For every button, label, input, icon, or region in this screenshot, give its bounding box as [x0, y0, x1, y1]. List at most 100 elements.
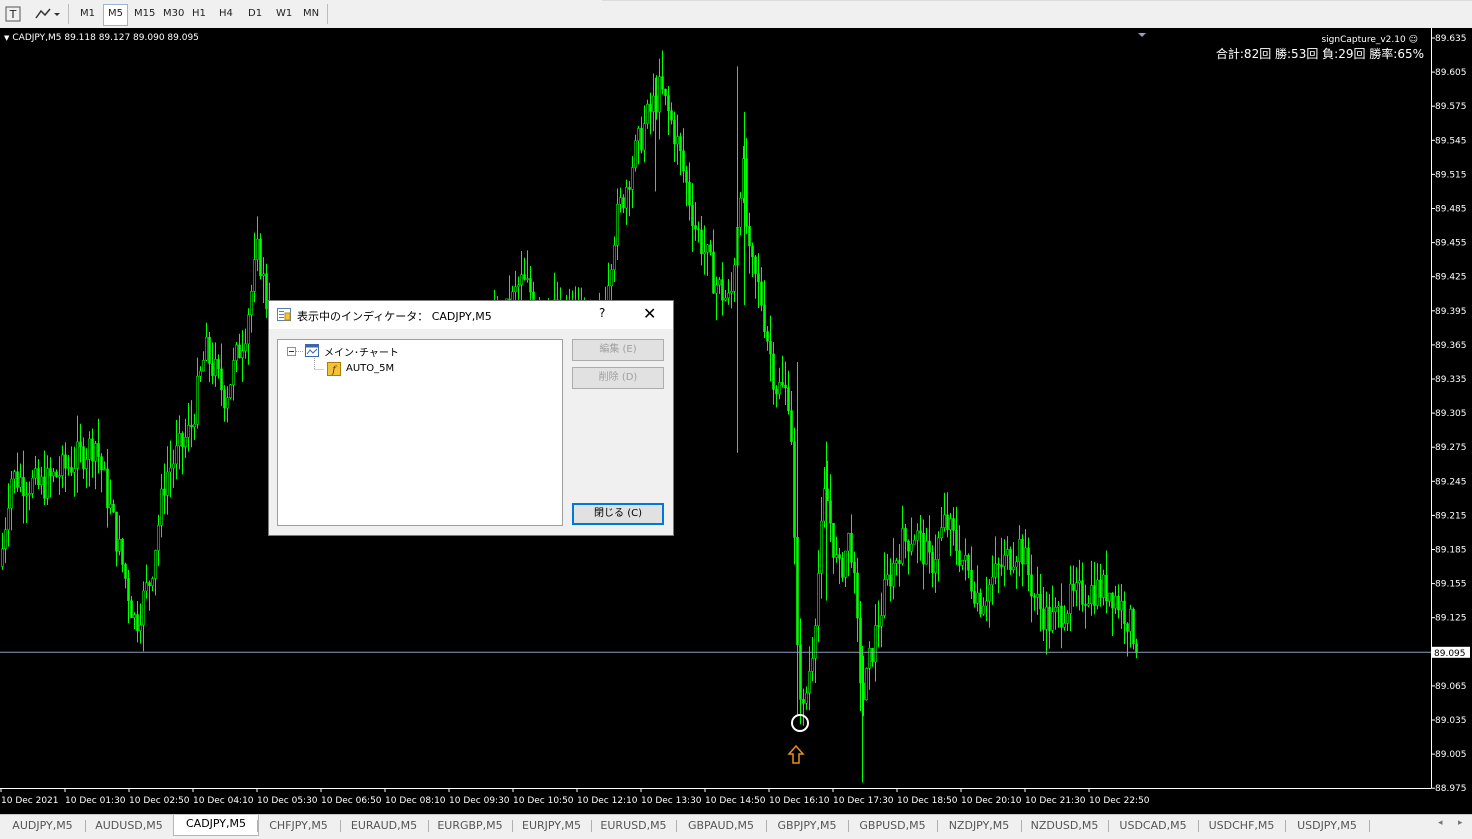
tab-nzdusd[interactable]: NZDUSD,M5 [1021, 817, 1108, 835]
svg-text:T: T [9, 8, 17, 21]
tab-eurjpy[interactable]: EURJPY,M5 [512, 817, 591, 835]
candle-body [817, 573, 820, 627]
timeframe-m5[interactable]: M5 [103, 4, 128, 26]
candle-body [880, 615, 883, 627]
dialog-titlebar[interactable]: 表示中のインディケータ： CADJPY,M5 ? ✕ [269, 301, 673, 329]
candle-body [790, 410, 793, 442]
candle-body [988, 584, 991, 602]
candle-body [637, 128, 640, 142]
tab-gbpaud[interactable]: GBPAUD,M5 [676, 817, 766, 835]
candle-body [811, 658, 814, 672]
indicator-list-icon [277, 308, 291, 321]
text-tool-icon[interactable]: T [4, 5, 22, 23]
tab-usdcad[interactable]: USDCAD,M5 [1108, 817, 1198, 835]
candle-body [1009, 549, 1012, 570]
candle-body [1129, 608, 1132, 632]
edit-button[interactable]: 編集 (E) [572, 339, 664, 361]
timeframe-mn[interactable]: MN [299, 4, 323, 24]
price-tick-label: 89.215 [1435, 511, 1467, 521]
tab-nzdjpy[interactable]: NZDJPY,M5 [937, 817, 1021, 835]
candle-body [922, 532, 925, 565]
candle-body [55, 471, 58, 477]
candle-body [220, 368, 223, 391]
help-button[interactable]: ? [599, 306, 605, 320]
indicator-tree[interactable]: メイン･チャート f AUTO_5M [277, 339, 563, 526]
candle-body [169, 467, 172, 473]
candle-body [961, 560, 964, 566]
price-tick-label: 89.395 [1435, 307, 1467, 317]
tab-usdchf[interactable]: USDCHF,M5 [1198, 817, 1285, 835]
candle-body [1066, 613, 1069, 624]
tab-gbpusd[interactable]: GBPUSD,M5 [848, 817, 937, 835]
candle-body [964, 555, 967, 561]
candle-body [733, 264, 736, 292]
candle-body [196, 375, 199, 425]
tab-eurusd[interactable]: EURUSD,M5 [591, 817, 676, 835]
candle-body [517, 284, 520, 288]
candle-body [1000, 564, 1003, 567]
candle-body [1051, 611, 1054, 631]
candle-body [31, 477, 34, 494]
tree-item-auto5m[interactable]: AUTO_5M [346, 363, 394, 374]
tree-item-main-chart[interactable]: メイン･チャート [324, 344, 399, 359]
timeframe-m1[interactable]: M1 [76, 4, 99, 24]
close-icon[interactable]: ✕ [643, 304, 656, 323]
candle-body [1018, 539, 1021, 563]
delete-button[interactable]: 削除 (D) [572, 367, 664, 389]
price-chart[interactable]: 89.635 89.605 89.575 89.545 89.515 89.485 89.4… [0, 28, 1472, 814]
time-tick-label: 10 Dec 21:30 [1025, 796, 1086, 806]
candle-body [832, 523, 835, 558]
close-button[interactable]: 閉じる (C) [572, 503, 664, 525]
candle-body [229, 384, 232, 399]
candle-body [154, 550, 157, 579]
candle-body [70, 467, 73, 473]
price-tick-label: 89.305 [1435, 409, 1467, 419]
timeframe-w1[interactable]: W1 [272, 4, 296, 24]
objects-dropdown-icon[interactable] [32, 5, 62, 23]
smiley-icon: ☺ [1408, 35, 1418, 45]
candle-body [871, 647, 874, 663]
tab-cadjpy[interactable]: CADJPY,M5 [173, 815, 259, 836]
candle-body [748, 226, 751, 247]
timeframe-h4[interactable]: H4 [215, 4, 237, 24]
tree-lines [287, 347, 324, 370]
tab-audjpy[interactable]: AUDJPY,M5 [0, 817, 85, 835]
candle-body [730, 291, 733, 294]
tab-gbpjpy[interactable]: GBPJPY,M5 [766, 817, 848, 835]
candle-body [928, 540, 931, 553]
candle-body [676, 136, 679, 145]
candle-body [1081, 580, 1084, 605]
candle-body [127, 578, 130, 602]
tab-eurgbp[interactable]: EURGBP,M5 [428, 817, 512, 835]
candle-body [1042, 608, 1045, 630]
time-tick-label: 10 Dec 13:30 [641, 796, 702, 806]
tab-scroll-left-icon[interactable]: ◂ [1438, 818, 1443, 828]
candle-body [658, 76, 661, 113]
tab-euraud[interactable]: EURAUD,M5 [340, 817, 428, 835]
candle-body [865, 667, 868, 701]
candle-body [1039, 594, 1042, 610]
candle-body [208, 336, 211, 364]
candle-body [682, 150, 685, 172]
tab-chfjpy[interactable]: CHFJPY,M5 [257, 817, 340, 835]
tab-usdjpy[interactable]: USDJPY,M5 [1285, 817, 1369, 835]
time-tick-label: 10 Dec 12:10 [577, 796, 638, 806]
candle-body [1036, 594, 1039, 598]
candle-body [727, 292, 730, 299]
candle-body [820, 520, 823, 574]
timeframe-m15[interactable]: M15 [130, 4, 159, 24]
candle-body [1135, 643, 1138, 654]
time-tick-label: 10 Dec 18:50 [897, 796, 958, 806]
tab-audusd[interactable]: AUDUSD,M5 [85, 817, 173, 835]
timeframe-d1[interactable]: D1 [244, 4, 266, 24]
candle-body [616, 203, 619, 246]
candle-body [163, 488, 166, 496]
timeframe-m30[interactable]: M30 [159, 4, 188, 24]
candle-body [1099, 579, 1102, 598]
candle-body [721, 279, 724, 301]
tab-scroll-right-icon[interactable]: ▸ [1458, 818, 1463, 828]
candle-body [703, 251, 706, 255]
candle-body [250, 291, 253, 316]
timeframe-h1[interactable]: H1 [188, 4, 210, 24]
candle-body [184, 437, 187, 448]
